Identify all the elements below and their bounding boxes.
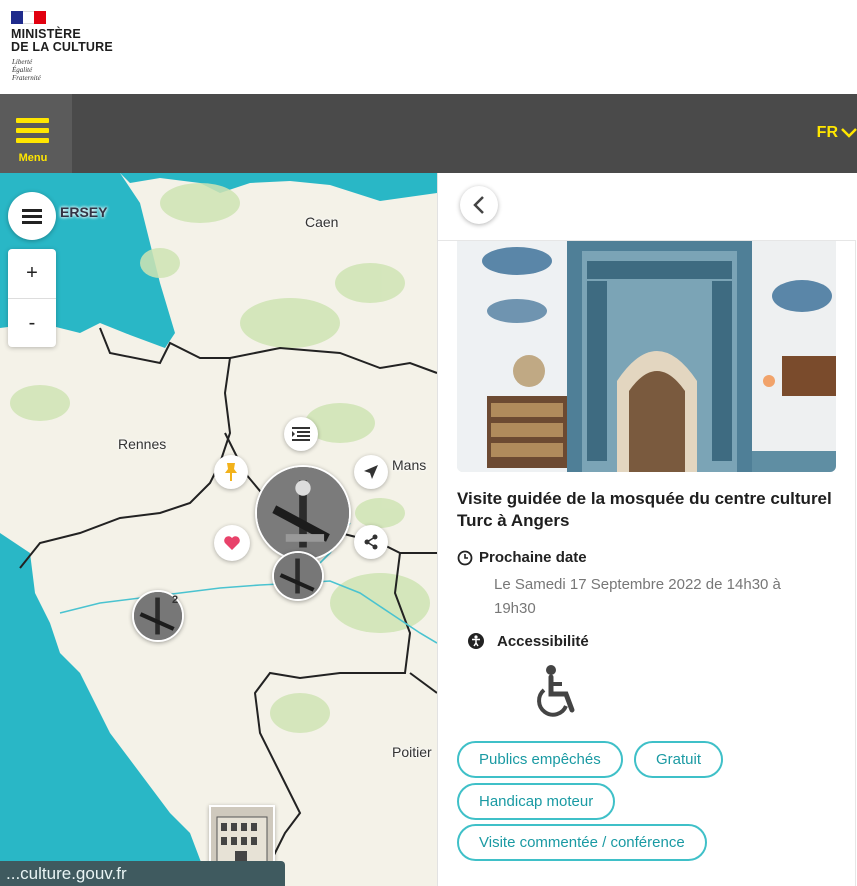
- next-date-section: Prochaine date: [457, 549, 587, 566]
- ministry-line2: DE LA CULTURE: [11, 40, 113, 54]
- event-marker[interactable]: [272, 551, 324, 601]
- event-photo: [457, 241, 836, 472]
- menu-label: Menu: [18, 152, 48, 164]
- list-view-button[interactable]: [284, 417, 318, 451]
- motto-liberte: Liberté: [12, 58, 33, 66]
- share-button[interactable]: [354, 525, 388, 559]
- tag-handicap-moteur[interactable]: Handicap moteur: [457, 783, 616, 820]
- monument-photo-icon: [257, 467, 349, 559]
- top-nav-bar: Menu FR: [0, 94, 857, 173]
- map-label-poitiers: Poitier: [392, 744, 432, 760]
- chevron-left-icon: [473, 196, 484, 214]
- mosque-mihrab-photo: [457, 241, 836, 472]
- directions-button[interactable]: [354, 455, 388, 489]
- site-url-footer[interactable]: ...culture.gouv.fr: [0, 861, 285, 886]
- zoom-in-button[interactable]: +: [8, 249, 56, 298]
- clock-icon: [457, 550, 473, 565]
- monument-photo-icon: [274, 553, 322, 599]
- event-card: Visite guidée de la mosquée du centre cu…: [438, 240, 856, 886]
- motto-fraternite: Fraternité: [12, 74, 41, 82]
- share-icon: [364, 534, 378, 550]
- next-date-value: Le Samedi 17 Septembre 2022 de 14h30 à 1…: [494, 576, 781, 617]
- list-icon: [292, 427, 310, 441]
- wheelchair-icon: [537, 665, 575, 717]
- hamburger-icon: [16, 118, 49, 148]
- map-label-jersey: ERSEY: [60, 204, 108, 220]
- menu-button[interactable]: Menu: [0, 94, 72, 173]
- pushpin-icon: [225, 463, 237, 481]
- tag-publics-empeches[interactable]: Publics empêchés: [457, 741, 623, 778]
- site-header: MINISTÈRE DE LA CULTURE Liberté Égalité …: [0, 0, 857, 94]
- next-date-label: Prochaine date: [479, 549, 587, 566]
- pin-button[interactable]: [214, 455, 248, 489]
- map-layers-button[interactable]: [8, 192, 56, 240]
- back-button[interactable]: [460, 186, 498, 224]
- cluster-count-badge: 2: [172, 594, 179, 606]
- building-photo-icon: [211, 807, 273, 869]
- republic-motto: Liberté Égalité Fraternité: [12, 58, 41, 82]
- map-view[interactable]: ERSEY Caen Rennes Mans Poitier + - 2 ...…: [0, 173, 437, 886]
- accessibility-section: Accessibilité: [467, 632, 589, 650]
- event-title: Visite guidée de la mosquée du centre cu…: [457, 489, 832, 530]
- tag-visite-commentee[interactable]: Visite commentée / conférence: [457, 824, 707, 861]
- chevron-down-icon: [841, 128, 857, 138]
- language-selector[interactable]: FR: [817, 124, 857, 142]
- event-detail-panel: Visite guidée de la mosquée du centre cu…: [437, 173, 857, 886]
- favorite-button[interactable]: [214, 525, 250, 561]
- heart-icon: [224, 536, 240, 550]
- selected-event-marker[interactable]: [255, 465, 351, 561]
- map-label-caen: Caen: [305, 214, 339, 230]
- zoom-out-button[interactable]: -: [8, 298, 56, 347]
- map-label-rennes: Rennes: [118, 436, 167, 452]
- language-label: FR: [816, 124, 838, 141]
- motto-egalite: Égalité: [12, 66, 33, 74]
- map-label-mans: Mans: [392, 457, 427, 473]
- accessibility-label: Accessibilité: [497, 632, 589, 650]
- navigation-arrow-icon: [364, 465, 378, 479]
- accessibility-icon: [468, 633, 484, 649]
- french-flag-logo: [11, 11, 47, 24]
- ministry-logo-text[interactable]: MINISTÈRE DE LA CULTURE: [11, 28, 113, 54]
- zoom-control: + -: [8, 249, 56, 347]
- tag-gratuit[interactable]: Gratuit: [634, 741, 724, 778]
